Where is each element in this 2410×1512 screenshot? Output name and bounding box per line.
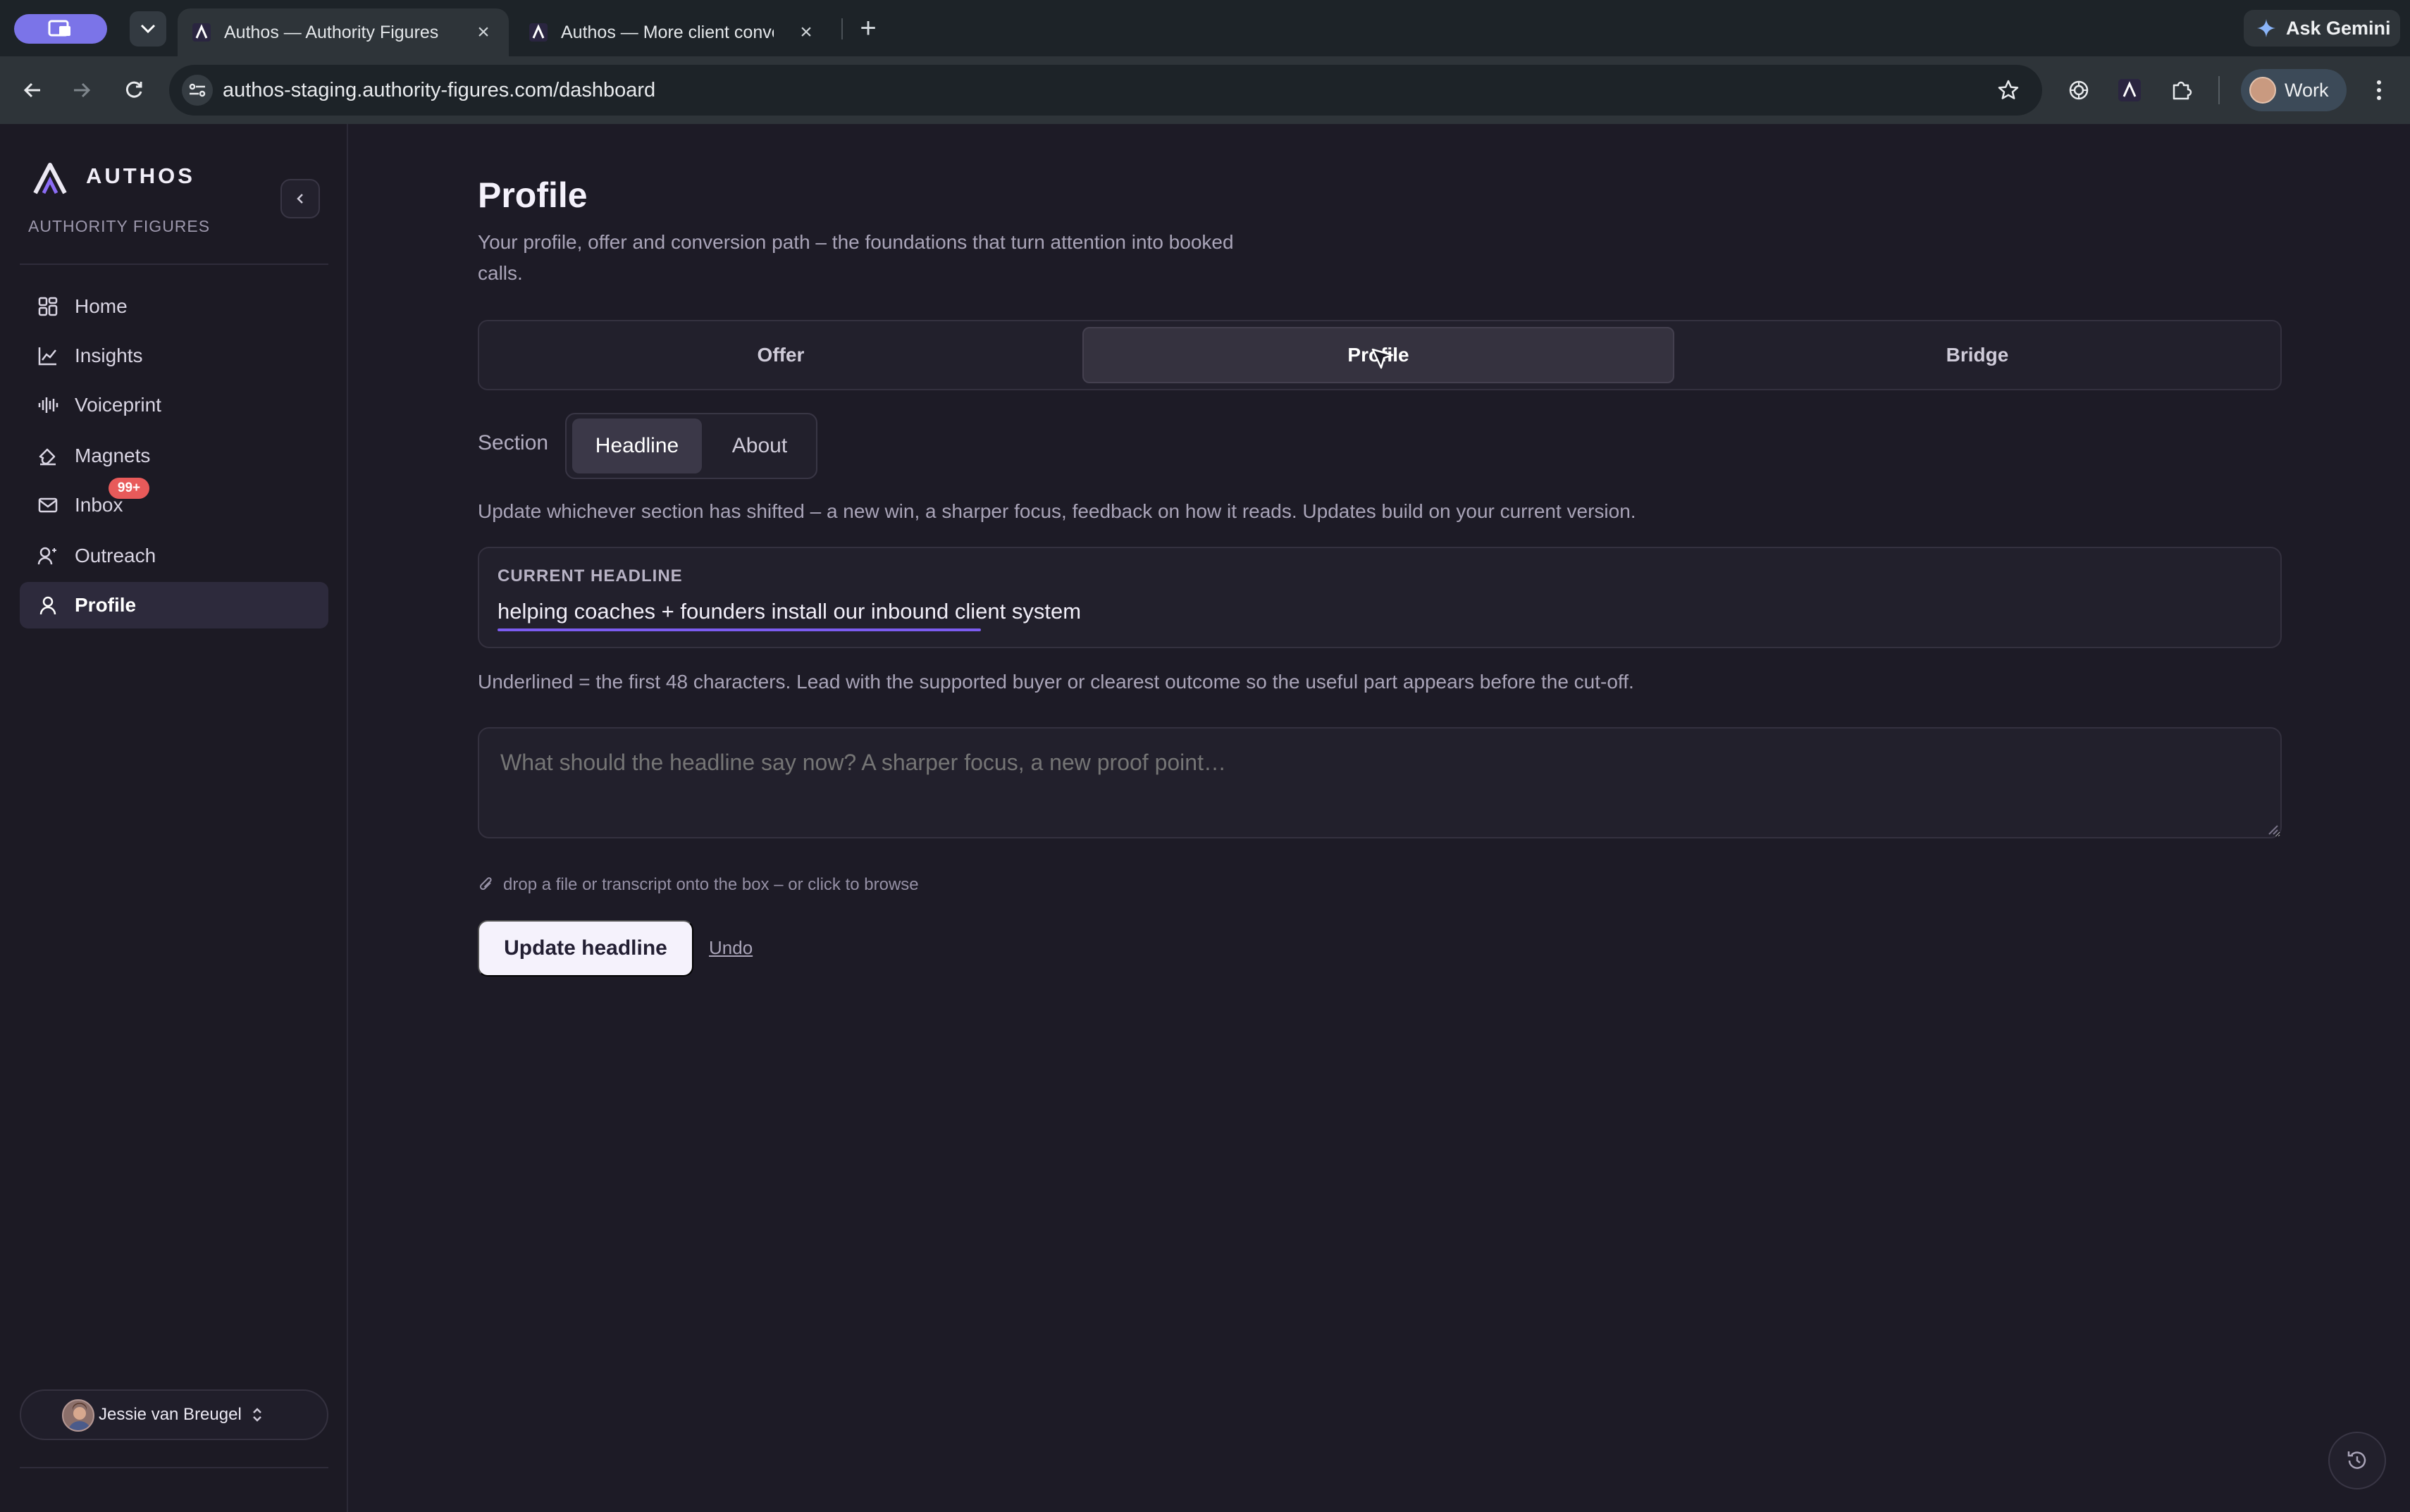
undo-link[interactable]: Undo bbox=[709, 937, 753, 959]
avatar bbox=[62, 1399, 94, 1432]
page-subtitle: Your profile, offer and conversion path … bbox=[478, 231, 1234, 284]
toolbar-divider bbox=[2218, 76, 2220, 104]
chevron-updown-icon bbox=[252, 1408, 261, 1422]
bookmark-star-icon[interactable] bbox=[1991, 73, 2025, 107]
section-help-text: Update whichever section has shifted – a… bbox=[478, 500, 1636, 522]
sidebar-item-magnets[interactable]: Magnets bbox=[20, 433, 328, 479]
chart-line-icon bbox=[35, 343, 61, 368]
new-tab-button[interactable]: + bbox=[854, 10, 882, 47]
history-icon bbox=[2347, 1451, 2366, 1469]
site-settings-icon[interactable] bbox=[182, 75, 213, 106]
tab-search-button[interactable] bbox=[130, 11, 166, 47]
update-headline-button[interactable]: Update headline bbox=[478, 920, 693, 977]
close-icon[interactable]: × bbox=[472, 20, 495, 44]
authos-favicon-icon bbox=[192, 23, 211, 42]
tab-title: Authos — Authority Figures bbox=[224, 22, 439, 42]
ask-gemini-button[interactable]: Ask Gemini bbox=[2244, 10, 2400, 47]
more-menu-icon[interactable] bbox=[2365, 73, 2393, 107]
workspace-name: AUTHORITY FIGURES bbox=[28, 217, 211, 235]
ask-gemini-label: Ask Gemini bbox=[2286, 17, 2391, 39]
back-icon[interactable] bbox=[16, 73, 49, 107]
collapse-sidebar-button[interactable] bbox=[280, 179, 320, 218]
sidebar-divider bbox=[20, 1467, 328, 1468]
sidebar-item-label: Profile bbox=[75, 594, 137, 616]
url-text[interactable]: authos-staging.authority-figures.com/das… bbox=[223, 75, 655, 106]
sidebar-item-voiceprint[interactable]: Voiceprint bbox=[20, 382, 328, 428]
tab-title: Authos — More client convers bbox=[561, 22, 774, 42]
avatar bbox=[2249, 77, 2276, 104]
user-plus-icon bbox=[35, 543, 61, 569]
resize-grip-icon[interactable] bbox=[2266, 823, 2279, 836]
sidebar-item-insights[interactable]: Insights bbox=[20, 333, 328, 379]
mouse-cursor-icon bbox=[1371, 348, 1394, 369]
grid-icon bbox=[35, 294, 61, 319]
current-headline-label: CURRENT HEADLINE bbox=[498, 566, 683, 585]
profile-work-button[interactable]: Work bbox=[2241, 69, 2347, 111]
current-headline-card bbox=[478, 547, 2282, 648]
sidebar-item-home[interactable]: Home bbox=[20, 283, 328, 330]
page-title: Profile bbox=[478, 175, 588, 215]
openai-extension-icon[interactable] bbox=[2062, 73, 2096, 107]
history-button[interactable] bbox=[2328, 1432, 2386, 1489]
tab-separator bbox=[841, 18, 843, 39]
drop-file-hint[interactable]: drop a file or transcript onto the box –… bbox=[478, 875, 919, 895]
sidebar-item-label: Home bbox=[75, 295, 128, 317]
puzzle-extensions-icon[interactable] bbox=[2165, 73, 2199, 107]
forward-icon[interactable] bbox=[65, 73, 99, 107]
underline-note: Underlined = the first 48 characters. Le… bbox=[478, 671, 1634, 693]
tab-authos-more[interactable]: Authos — More client convers × bbox=[514, 8, 832, 56]
sidebar-item-inbox[interactable]: Inbox bbox=[20, 482, 328, 528]
window-icon bbox=[48, 20, 70, 37]
magnet-icon bbox=[35, 443, 61, 469]
tab-bridge[interactable]: Bridge bbox=[1681, 327, 2273, 383]
sidebar-item-profile[interactable]: Profile bbox=[20, 582, 328, 628]
current-headline-value: helping coaches + founders install our i… bbox=[498, 599, 1082, 624]
inbox-count-badge: 99+ bbox=[109, 478, 149, 499]
first-48-chars-underline bbox=[498, 628, 981, 631]
tab-offer[interactable]: Offer bbox=[485, 327, 1077, 383]
mail-icon bbox=[35, 492, 61, 518]
gemini-sparkle-icon bbox=[2257, 19, 2275, 37]
waveform-icon bbox=[35, 392, 61, 418]
paperclip-icon bbox=[479, 877, 492, 891]
sidebar-item-label: Voiceprint bbox=[75, 394, 161, 416]
authos-favicon-icon bbox=[529, 23, 548, 42]
user-icon bbox=[35, 593, 61, 618]
profile-label: Work bbox=[2285, 79, 2329, 101]
headline-input[interactable] bbox=[478, 727, 2282, 838]
authos-logo-icon bbox=[33, 163, 67, 194]
sidebar-item-label: Insights bbox=[75, 345, 143, 366]
sidebar-item-label: Magnets bbox=[75, 445, 151, 466]
close-icon[interactable]: × bbox=[795, 20, 817, 44]
section-headline-button[interactable]: Headline bbox=[572, 419, 702, 473]
sidebar-divider bbox=[20, 264, 328, 265]
chevron-left-icon bbox=[297, 194, 303, 204]
tab-authos-authority[interactable]: Authos — Authority Figures × bbox=[178, 8, 509, 56]
sidebar-item-label: Outreach bbox=[75, 545, 156, 566]
brand-name: AUTHOS bbox=[86, 163, 195, 188]
authos-extension-icon[interactable] bbox=[2113, 73, 2146, 107]
sidebar-item-outreach[interactable]: Outreach bbox=[20, 533, 328, 579]
tab-groups-button[interactable] bbox=[14, 14, 107, 44]
section-about-button[interactable]: About bbox=[707, 419, 812, 473]
chevron-down-icon bbox=[140, 24, 156, 34]
reload-icon[interactable] bbox=[117, 73, 151, 107]
user-name: Jessie van Breugel bbox=[99, 1405, 242, 1424]
section-label: Section bbox=[478, 431, 549, 454]
drop-file-text: drop a file or transcript onto the box –… bbox=[503, 875, 919, 894]
